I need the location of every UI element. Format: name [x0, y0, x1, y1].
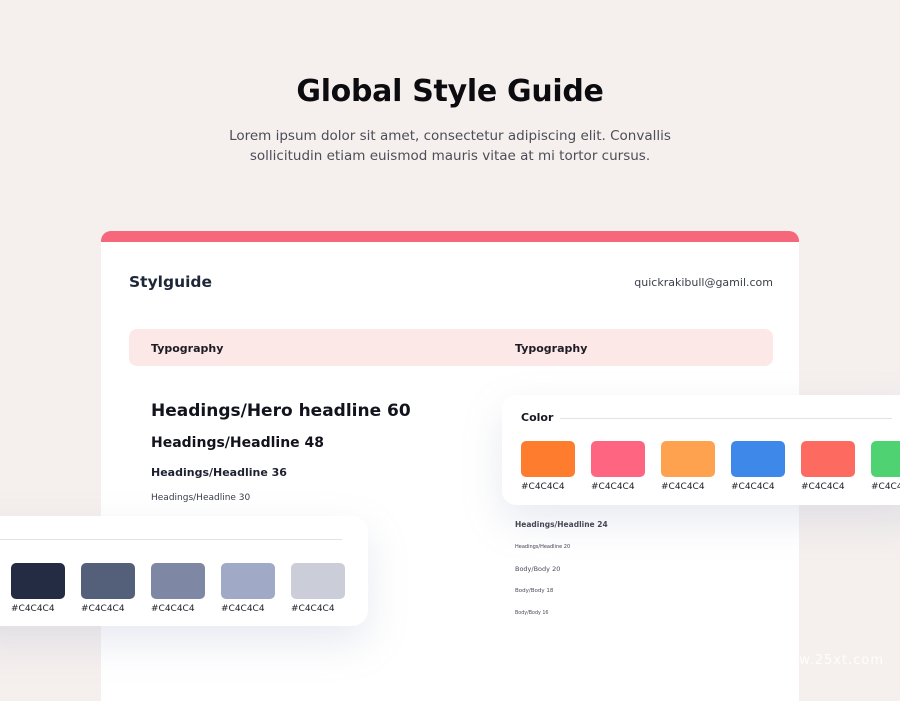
color-section-label: Color [521, 411, 554, 424]
heading-sample-hero: Headings/Hero headline 60 [151, 401, 411, 421]
neutral-swatch-label-2: #C4C4C4 [81, 604, 125, 614]
subtitle-line-1: Lorem ipsum dolor sit amet, consectetur … [229, 128, 671, 144]
color-swatch-label-3: #C4C4C4 [661, 482, 705, 492]
page-subtitle: Lorem ipsum dolor sit amet, consectetur … [220, 126, 680, 166]
neutral-palette-card: #C4C4C4 #C4C4C4 #C4C4C4 #C4C4C4 #C4C4C4 [0, 516, 368, 626]
color-swatch-3[interactable] [661, 441, 715, 477]
color-swatch-2[interactable] [591, 441, 645, 477]
color-swatch-label-6: #C4C4 [871, 482, 900, 492]
subtitle-line-2: sollicitudin etiam euismod mauris vitae … [249, 148, 651, 164]
neutral-swatch-label-1: #C4C4C4 [11, 604, 55, 614]
color-swatch-6[interactable] [871, 441, 900, 477]
body-sample-20: Body/Body 20 [515, 565, 561, 573]
contact-email[interactable]: quickrakibull@gamil.com [634, 276, 773, 289]
heading-sample-30: Headings/Headline 30 [151, 493, 251, 503]
heading-sample-24: Headings/Headline 24 [515, 520, 608, 529]
brand-name: Stylguide [129, 273, 213, 291]
neutral-swatch-5[interactable] [291, 563, 345, 599]
color-section-divider [560, 418, 892, 419]
heading-sample-20: Headings/Headline 20 [515, 544, 571, 550]
color-palette-card: Color #C4C4C4 #C4C4C4 #C4C4C4 #C4C4C4 #C4C4C… [502, 395, 900, 505]
color-swatch-label-1: #C4C4C4 [521, 482, 565, 492]
page-title: Global Style Guide [296, 74, 604, 109]
color-swatch-5[interactable] [801, 441, 855, 477]
neutral-swatch-label-5: #C4C4C4 [291, 604, 335, 614]
neutral-swatch-label-4: #C4C4C4 [221, 604, 265, 614]
neutral-swatch-3[interactable] [151, 563, 205, 599]
neutral-swatch-1[interactable] [11, 563, 65, 599]
watermark: www.25xt.com [775, 653, 884, 668]
body-sample-18: Body/Body 18 [515, 588, 554, 594]
color-swatch-label-5: #C4C4C4 [801, 482, 845, 492]
neutral-swatch-2[interactable] [81, 563, 135, 599]
color-swatch-4[interactable] [731, 441, 785, 477]
color-swatch-label-2: #C4C4C4 [591, 482, 635, 492]
heading-sample-48: Headings/Headline 48 [151, 435, 325, 451]
typography-label-right: Typography [515, 342, 588, 355]
heading-sample-36: Headings/Headline 36 [151, 466, 287, 479]
color-swatch-1[interactable] [521, 441, 575, 477]
color-swatch-label-4: #C4C4C4 [731, 482, 775, 492]
body-sample-16: Body/Body 16 [515, 611, 549, 616]
neutral-swatch-4[interactable] [221, 563, 275, 599]
card-accent-bar [101, 231, 799, 242]
typography-header-bar: Typography Typography [129, 329, 773, 366]
neutral-swatch-label-3: #C4C4C4 [151, 604, 195, 614]
neutral-section-divider [0, 539, 342, 540]
typography-label-left: Typography [151, 342, 224, 355]
